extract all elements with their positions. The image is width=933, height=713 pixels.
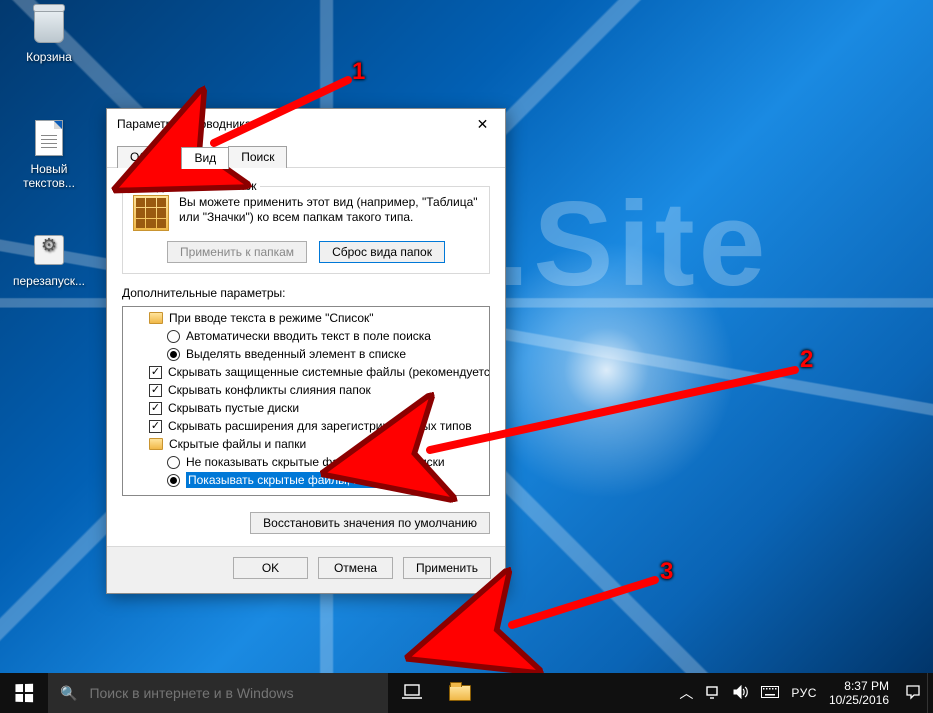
tab-view[interactable]: Вид (181, 147, 229, 169)
apply-button[interactable]: Применить (403, 557, 491, 579)
close-icon: ✕ (477, 116, 489, 133)
tray-chevron-up-icon[interactable]: ︿ (679, 683, 693, 703)
desktop-icon-new-text-document[interactable]: Новый текстов... (10, 118, 88, 190)
advanced-settings-tree[interactable]: При вводе текста в режиме "Список" Автом… (122, 306, 490, 496)
tab-general[interactable]: Общие (117, 146, 182, 168)
tree-radio-hidden-dont-show[interactable]: Не показывать скрытые файлы, папки и дис… (125, 453, 490, 471)
folder-views-group: Представление папок Вы можете применить … (122, 186, 490, 274)
folder-views-icon (133, 195, 169, 231)
batch-file-icon (34, 235, 64, 265)
desktop-icon-label: перезапуск... (10, 274, 88, 288)
dialog-footer: OK Отмена Применить (107, 546, 505, 593)
action-center-button[interactable] (905, 684, 921, 703)
advanced-settings-label: Дополнительные параметры: (122, 286, 490, 300)
radio-icon (167, 456, 180, 469)
search-input[interactable] (87, 684, 376, 702)
folder-icon (149, 438, 163, 450)
taskbar-explorer-button[interactable] (436, 673, 484, 713)
restore-defaults-button[interactable]: Восстановить значения по умолчанию (250, 512, 490, 534)
windows-logo-icon (15, 684, 33, 703)
taskbar-search[interactable]: 🔍 (48, 673, 388, 713)
tray-time: 8:37 PM (829, 679, 889, 693)
radio-icon (167, 474, 180, 487)
dialog-title: Параметры Проводника (117, 117, 251, 131)
radio-icon (167, 348, 180, 361)
tree-check-hide-extensions[interactable]: ✓ Скрывать расширения для зарегистрирова… (125, 417, 490, 435)
desktop-icon-label: Новый текстов... (10, 162, 88, 190)
dialog-tabs: Общие Вид Поиск (107, 139, 505, 168)
cancel-button[interactable]: Отмена (318, 557, 393, 579)
ok-button[interactable]: OK (233, 557, 308, 579)
tray-language-indicator[interactable]: РУС (791, 686, 817, 700)
checkbox-icon: ✓ (149, 402, 162, 415)
folder-views-legend: Представление папок (131, 179, 260, 193)
close-button[interactable]: ✕ (460, 109, 505, 139)
tree-group-typeahead: При вводе текста в режиме "Список" (125, 309, 490, 327)
search-icon: 🔍 (60, 685, 77, 702)
tray-network-icon[interactable] (705, 685, 721, 702)
text-file-icon (35, 120, 63, 156)
tray-clock[interactable]: 8:37 PM 10/25/2016 (829, 679, 893, 707)
tray-volume-icon[interactable] (733, 685, 749, 702)
system-tray: ︿ РУС 8:37 PM 10/25/2016 (671, 673, 927, 713)
file-explorer-icon (449, 685, 471, 701)
tree-group-hidden: Скрытые файлы и папки (125, 435, 490, 453)
reset-folders-button[interactable]: Сброс вида папок (319, 241, 445, 263)
radio-icon (167, 330, 180, 343)
tree-radio-typeahead-select[interactable]: Выделять введенный элемент в списке (125, 345, 490, 363)
checkbox-icon: ✓ (149, 366, 162, 379)
task-view-icon (402, 683, 422, 704)
task-view-button[interactable] (388, 673, 436, 713)
tree-radio-typeahead-search[interactable]: Автоматически вводить текст в поле поиск… (125, 327, 490, 345)
tree-check-hide-empty-drives[interactable]: ✓ Скрывать пустые диски (125, 399, 490, 417)
desktop-icon-label: Корзина (10, 50, 88, 64)
tree-check-hide-protected[interactable]: ✓ Скрывать защищенные системные файлы (р… (125, 363, 490, 381)
folder-options-dialog: Параметры Проводника ✕ Общие Вид Поиск П… (106, 108, 506, 594)
show-desktop-button[interactable] (927, 673, 933, 713)
dialog-titlebar[interactable]: Параметры Проводника ✕ (107, 109, 505, 139)
desktop-icon-recycle-bin[interactable]: Корзина (10, 6, 88, 64)
folder-views-description: Вы можете применить этот вид (например, … (179, 195, 479, 231)
tab-search[interactable]: Поиск (228, 146, 287, 168)
desktop-icon-restart-script[interactable]: перезапуск... (10, 230, 88, 288)
dialog-body: Представление папок Вы можете применить … (107, 168, 505, 546)
checkbox-icon: ✓ (149, 384, 162, 397)
recycle-bin-icon (34, 9, 64, 43)
tray-keyboard-icon[interactable] (761, 685, 779, 701)
taskbar: 🔍 ︿ РУС 8:37 PM 10/25/2016 (0, 673, 933, 713)
checkbox-icon: ✓ (149, 420, 162, 433)
folder-icon (149, 312, 163, 324)
tree-radio-hidden-show[interactable]: Показывать скрытые файлы, папки и диски (125, 471, 490, 489)
tray-date: 10/25/2016 (829, 693, 889, 707)
start-button[interactable] (0, 673, 48, 713)
tree-check-hide-merge-conflicts[interactable]: ✓ Скрывать конфликты слияния папок (125, 381, 490, 399)
apply-to-folders-button[interactable]: Применить к папкам (167, 241, 307, 263)
